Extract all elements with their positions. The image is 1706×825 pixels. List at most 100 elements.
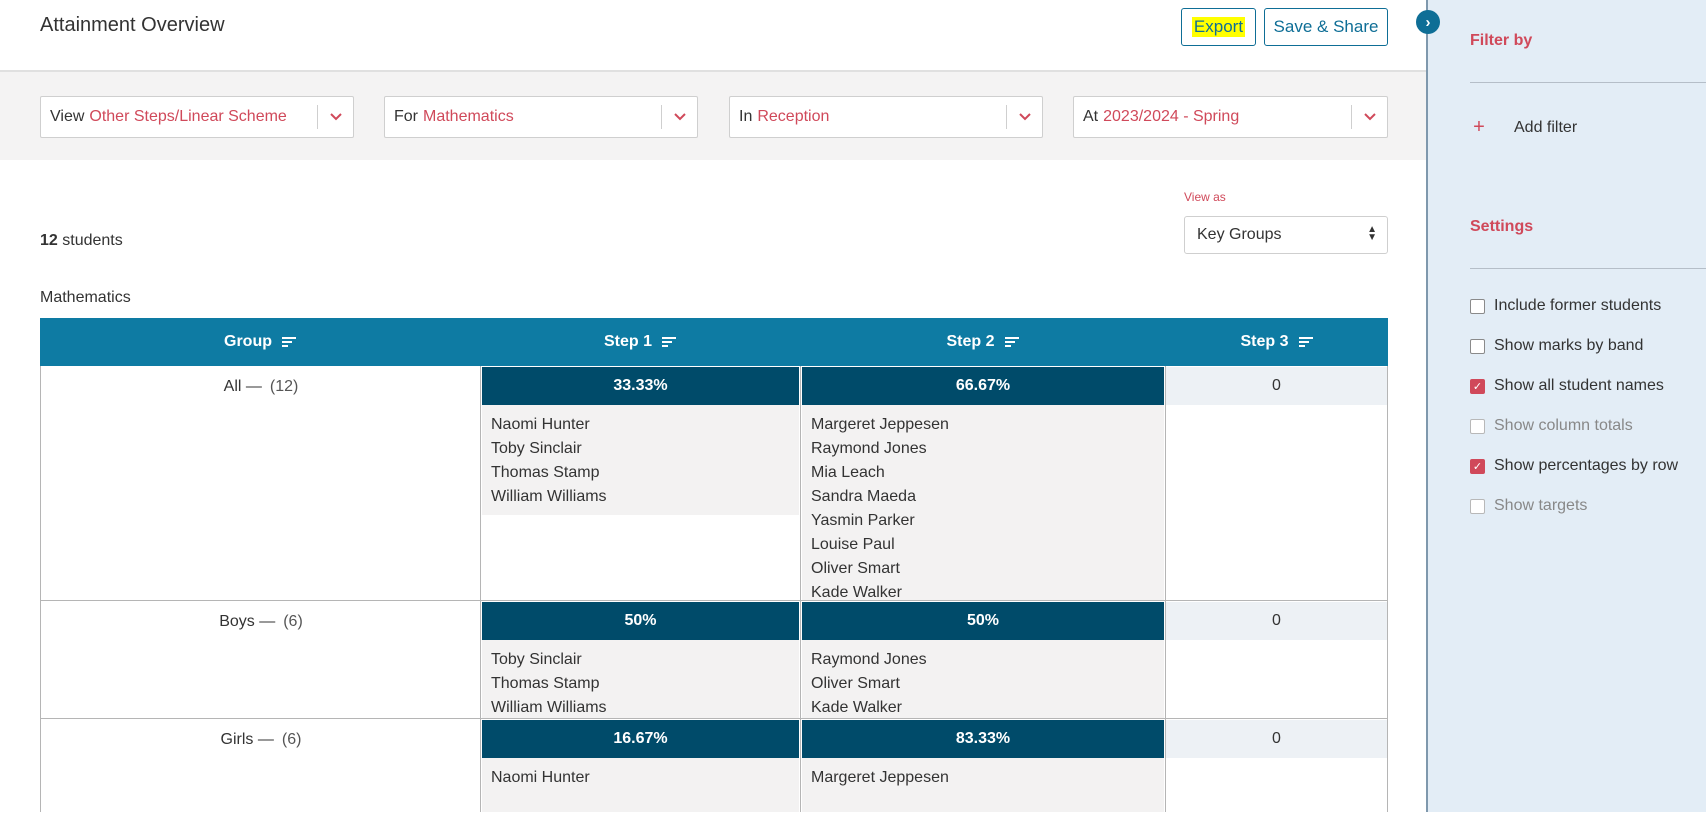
setting-include-former-students[interactable]: Include former students <box>1470 297 1661 315</box>
filter-by-title: Filter by <box>1470 32 1533 49</box>
column-header-label: Step 2 <box>946 333 995 350</box>
student-name[interactable]: Mia Leach <box>811 461 1155 485</box>
student-name[interactable]: Margeret Jeppesen <box>811 413 1155 437</box>
group-label: Boys — (6) <box>41 613 481 631</box>
export-button[interactable]: Export <box>1181 8 1256 46</box>
student-name[interactable]: Toby Sinclair <box>491 437 790 461</box>
term-dropdown-value: 2023/2024 - Spring <box>1103 108 1240 125</box>
step3-cell: 0 <box>1165 601 1388 719</box>
chevron-down-icon[interactable] <box>1351 105 1387 129</box>
setting-show-percentages-by-row[interactable]: ✓ Show percentages by row <box>1470 457 1678 475</box>
group-count: (6) <box>283 613 303 630</box>
column-header-step3[interactable]: Step 3 <box>1165 318 1388 366</box>
step3-cell: 0 <box>1165 366 1388 601</box>
student-name[interactable]: Naomi Hunter <box>491 413 790 437</box>
sort-icon[interactable] <box>282 337 296 347</box>
step2-percentage[interactable]: 83.33% <box>802 720 1164 758</box>
student-name[interactable]: Oliver Smart <box>811 672 1155 696</box>
student-name[interactable]: Oliver Smart <box>811 557 1155 581</box>
term-dropdown[interactable]: At 2023/2024 - Spring <box>1073 96 1388 138</box>
table-row: Girls — (6) 16.67% Naomi Hunter 83.33% Ma… <box>40 719 1388 812</box>
step2-names: Margeret Jeppesen <box>802 758 1164 812</box>
column-header-label: Step 3 <box>1240 333 1289 350</box>
divider <box>1470 82 1706 83</box>
subject-dropdown-value: Mathematics <box>423 108 514 125</box>
checkbox-checked[interactable]: ✓ <box>1470 458 1485 474</box>
save-share-button[interactable]: Save & Share <box>1264 8 1388 46</box>
column-header-step2[interactable]: Step 2 <box>800 318 1165 366</box>
step1-cell: 33.33% Naomi Hunter Toby Sinclair Thomas… <box>480 366 800 601</box>
view-dropdown[interactable]: View Other Steps/Linear Scheme <box>40 96 354 138</box>
setting-show-all-student-names[interactable]: ✓ Show all student names <box>1470 377 1664 395</box>
checkbox-checked[interactable]: ✓ <box>1470 378 1485 394</box>
year-group-dropdown-value: Reception <box>757 108 830 125</box>
plus-icon: + <box>1473 116 1485 138</box>
step2-names: Margeret Jeppesen Raymond Jones Mia Leac… <box>802 405 1164 601</box>
sort-icon[interactable] <box>1298 337 1313 347</box>
setting-label: Show targets <box>1494 497 1588 514</box>
setting-show-marks-by-band[interactable]: Show marks by band <box>1470 337 1643 355</box>
sidebar: Filter by + Add filter Settings Include … <box>1426 0 1706 812</box>
subject-dropdown-prefix: For <box>394 108 418 125</box>
step1-percentage[interactable]: 33.33% <box>482 367 799 405</box>
student-name[interactable]: Louise Paul <box>811 533 1155 557</box>
setting-show-targets: Show targets <box>1470 497 1587 515</box>
step2-names: Raymond Jones Oliver Smart Kade Walker <box>802 640 1164 718</box>
chevron-down-icon[interactable] <box>1006 105 1042 129</box>
column-header-group[interactable]: Group <box>40 318 480 366</box>
add-filter-button[interactable]: + Add filter <box>1470 116 1577 139</box>
step2-percentage[interactable]: 66.67% <box>802 367 1164 405</box>
student-name[interactable]: Raymond Jones <box>811 648 1155 672</box>
step3-cell: 0 <box>1165 719 1388 812</box>
setting-label: Show marks by band <box>1494 337 1644 354</box>
sort-icon[interactable] <box>1004 337 1019 347</box>
checkbox-disabled <box>1470 498 1485 514</box>
student-count: 12 students <box>40 232 123 250</box>
checkbox[interactable] <box>1470 338 1485 354</box>
chevron-right-icon[interactable]: › <box>1416 10 1440 34</box>
student-count-number: 12 <box>40 232 58 249</box>
student-name[interactable]: William Williams <box>491 696 790 720</box>
step1-percentage[interactable]: 50% <box>482 602 799 640</box>
chevron-down-icon[interactable] <box>661 105 697 129</box>
group-cell: Boys — (6) <box>40 601 480 719</box>
export-label: Export <box>1191 17 1246 37</box>
column-header-step1[interactable]: Step 1 <box>480 318 800 366</box>
step1-names: Naomi Hunter Toby Sinclair Thomas Stamp … <box>482 405 799 515</box>
column-header-label: Step 1 <box>603 333 652 350</box>
student-name[interactable]: Kade Walker <box>811 696 1155 720</box>
step2-percentage[interactable]: 50% <box>802 602 1164 640</box>
step1-names: Toby Sinclair Thomas Stamp William Willi… <box>482 640 799 718</box>
group-cell: All — (12) <box>40 366 480 601</box>
table-row: Boys — (6) 50% Toby Sinclair Thomas Stamp… <box>40 601 1388 719</box>
view-dropdown-value: Other Steps/Linear Scheme <box>89 108 287 125</box>
student-count-suffix: students <box>62 232 123 249</box>
student-name[interactable]: Toby Sinclair <box>491 648 790 672</box>
year-group-dropdown[interactable]: In Reception <box>729 96 1043 138</box>
student-name[interactable]: Thomas Stamp <box>491 672 790 696</box>
student-name[interactable]: William Williams <box>491 485 790 509</box>
divider <box>1470 268 1706 269</box>
subject-dropdown[interactable]: For Mathematics <box>384 96 698 138</box>
term-dropdown-prefix: At <box>1083 108 1099 125</box>
step1-percentage[interactable]: 16.67% <box>482 720 799 758</box>
setting-label: Include former students <box>1494 297 1662 314</box>
subject-label: Mathematics <box>40 289 131 306</box>
group-name: All — <box>223 378 262 395</box>
setting-label: Show all student names <box>1494 377 1664 394</box>
view-as-select[interactable]: Key Groups ▲ ▼ <box>1184 216 1388 254</box>
group-label: Girls — (6) <box>41 731 481 749</box>
view-dropdown-prefix: View <box>50 108 85 125</box>
student-name[interactable]: Margeret Jeppesen <box>811 766 1155 790</box>
add-filter-label: Add filter <box>1514 118 1578 136</box>
filter-bar: View Other Steps/Linear Scheme For Mathe… <box>0 70 1426 160</box>
student-name[interactable]: Thomas Stamp <box>491 461 790 485</box>
student-name[interactable]: Yasmin Parker <box>811 509 1155 533</box>
student-name[interactable]: Raymond Jones <box>811 437 1155 461</box>
chevron-down-icon[interactable] <box>317 105 353 129</box>
checkbox[interactable] <box>1470 298 1485 314</box>
step1-cell: 50% Toby Sinclair Thomas Stamp William W… <box>480 601 800 719</box>
student-name[interactable]: Sandra Maeda <box>811 485 1155 509</box>
sort-icon[interactable] <box>662 337 676 347</box>
student-name[interactable]: Naomi Hunter <box>491 766 790 790</box>
